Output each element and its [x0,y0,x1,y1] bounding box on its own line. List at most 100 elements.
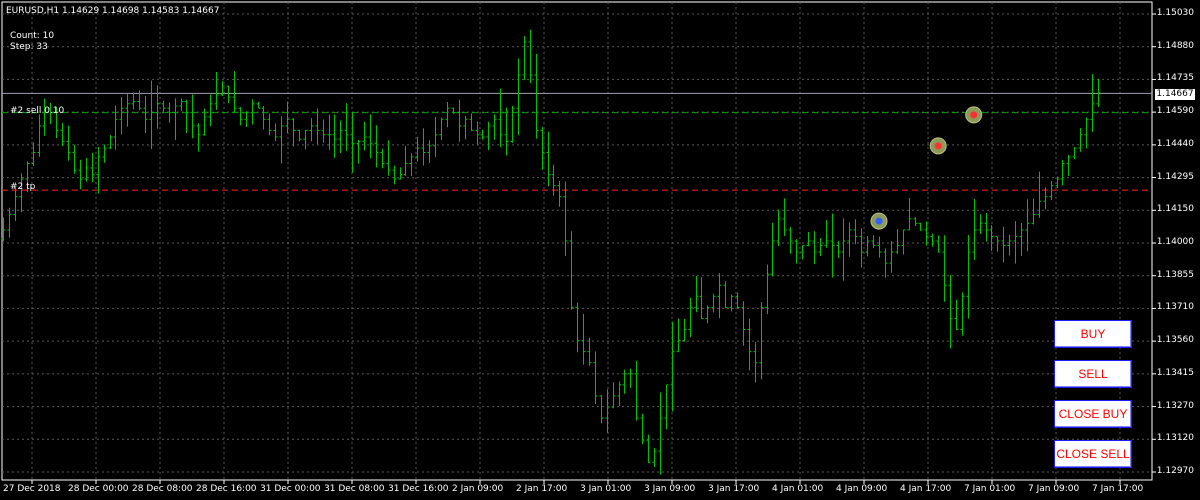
time-tick-label: 7 Jan 09:00 [1028,484,1080,494]
ohlc-bar [445,101,450,128]
price-tick-label: 1.13560 [1156,335,1194,346]
ohlc-bar [161,100,166,112]
ohlc-bar [528,29,533,84]
ohlc-bar [907,197,912,231]
ohlc-bar [380,148,385,169]
ohlc-bar [1090,74,1095,132]
ohlc-bar [1025,199,1030,252]
price-tick-label: 1.14295 [1156,171,1194,182]
ohlc-bar [356,139,361,164]
price-tick-label: 1.13415 [1156,367,1194,378]
ohlc-bar [972,199,977,260]
ohlc-bar [883,248,888,278]
ohlc-bar [238,107,243,126]
ohlc-bar [847,222,852,257]
ohlc-bar [1060,159,1065,186]
ohlc-bar [297,129,302,142]
chart-canvas[interactable] [0,0,1200,500]
ohlc-bar [273,123,278,142]
ohlc-bar [108,135,113,150]
ohlc-bar [398,167,403,180]
ohlc-bar [1037,171,1042,218]
time-tick-label: 7 Jan 17:00 [1092,484,1144,494]
buy-entry-icon[interactable] [870,212,888,230]
price-tick-label: 1.14000 [1156,237,1194,247]
ohlc-bar [469,113,474,131]
ohlc-bar [102,144,107,163]
ohlc-bar [889,241,894,273]
close-sell-button[interactable]: CLOSE SELL [1054,440,1132,468]
ohlc-bar [403,145,408,176]
ohlc-bar [315,108,320,145]
ohlc-bar [362,121,367,151]
ohlc-bar [1066,155,1071,176]
ohlc-bar [1013,221,1018,264]
ohlc-bar [66,125,71,161]
ohlc-bar [735,292,740,309]
ohlc-bar [143,95,148,134]
chart-window[interactable]: EURUSD,H1 1.14629 1.14698 1.14583 1.1466… [0,0,1200,500]
ohlc-bar [1043,187,1048,210]
symbol-info: EURUSD,H1 1.14629 1.14698 1.14583 1.1466… [6,6,220,16]
ohlc-bar [522,36,527,81]
ohlc-bar [788,227,793,254]
ohlc-bar [439,117,444,141]
ohlc-bar [427,140,432,164]
ohlc-bar [196,123,201,152]
ohlc-bar [261,106,266,130]
ohlc-bar [42,98,47,136]
ohlc-bar [184,99,189,134]
sell-entry-icon[interactable] [965,106,983,124]
ohlc-bar [1019,222,1024,256]
price-tick-label: 1.14150 [1156,204,1194,215]
ohlc-bar [421,128,426,166]
ohlc-bar [770,222,775,277]
ohlc-bar [244,111,249,128]
ohlc-bar [279,116,284,164]
price-tick-label: 1.13120 [1156,433,1194,444]
time-tick-label: 27 Dec 2018 [3,484,61,494]
ohlc-bar [841,218,846,281]
price-tick-label: 1.13710 [1156,302,1194,313]
ohlc-bar [593,351,598,404]
sell-entry-icon[interactable] [929,137,947,155]
ohlc-bar [72,144,77,174]
time-tick-label: 28 Dec 00:00 [68,484,129,494]
ohlc-bar [303,129,308,150]
ohlc-bar [368,114,373,159]
ohlc-bar [611,382,616,409]
ohlc-bar [226,85,231,104]
ohlc-bar [966,235,971,319]
sell-button[interactable]: SELL [1054,360,1132,388]
ohlc-bar [978,214,983,234]
ohlc-bar [753,342,758,383]
time-tick-label: 31 Dec 08:00 [324,484,385,494]
ohlc-bar [605,389,610,433]
ohlc-bar [131,92,136,110]
ohlc-bar [551,164,556,196]
ohlc-bar [895,229,900,254]
ohlc-bar [818,238,823,257]
count-info: Count: 10 [10,31,55,41]
buy-button[interactable]: BUY [1054,320,1132,348]
ohlc-bar [800,244,805,260]
close-buy-button[interactable]: CLOSE BUY [1054,400,1132,428]
ohlc-bar [84,157,89,182]
ohlc-bar [877,236,882,258]
ohlc-bar [332,114,337,158]
ohlc-bar [806,232,811,247]
ohlc-bar [214,71,219,110]
ohlc-bar [1007,234,1012,256]
ohlc-bar [658,392,663,475]
ohlc-bar [765,264,770,315]
ohlc-bar [463,115,468,140]
ohlc-bar [628,368,633,388]
ohlc-bar [936,235,941,253]
ohlc-bar [634,360,639,421]
price-tick-label: 1.14735 [1156,73,1194,84]
ohlc-bar [913,217,918,227]
ohlc-bar [338,120,343,154]
ohlc-bar [386,140,391,176]
ohlc-bar [256,101,261,109]
ohlc-bar [960,292,965,336]
